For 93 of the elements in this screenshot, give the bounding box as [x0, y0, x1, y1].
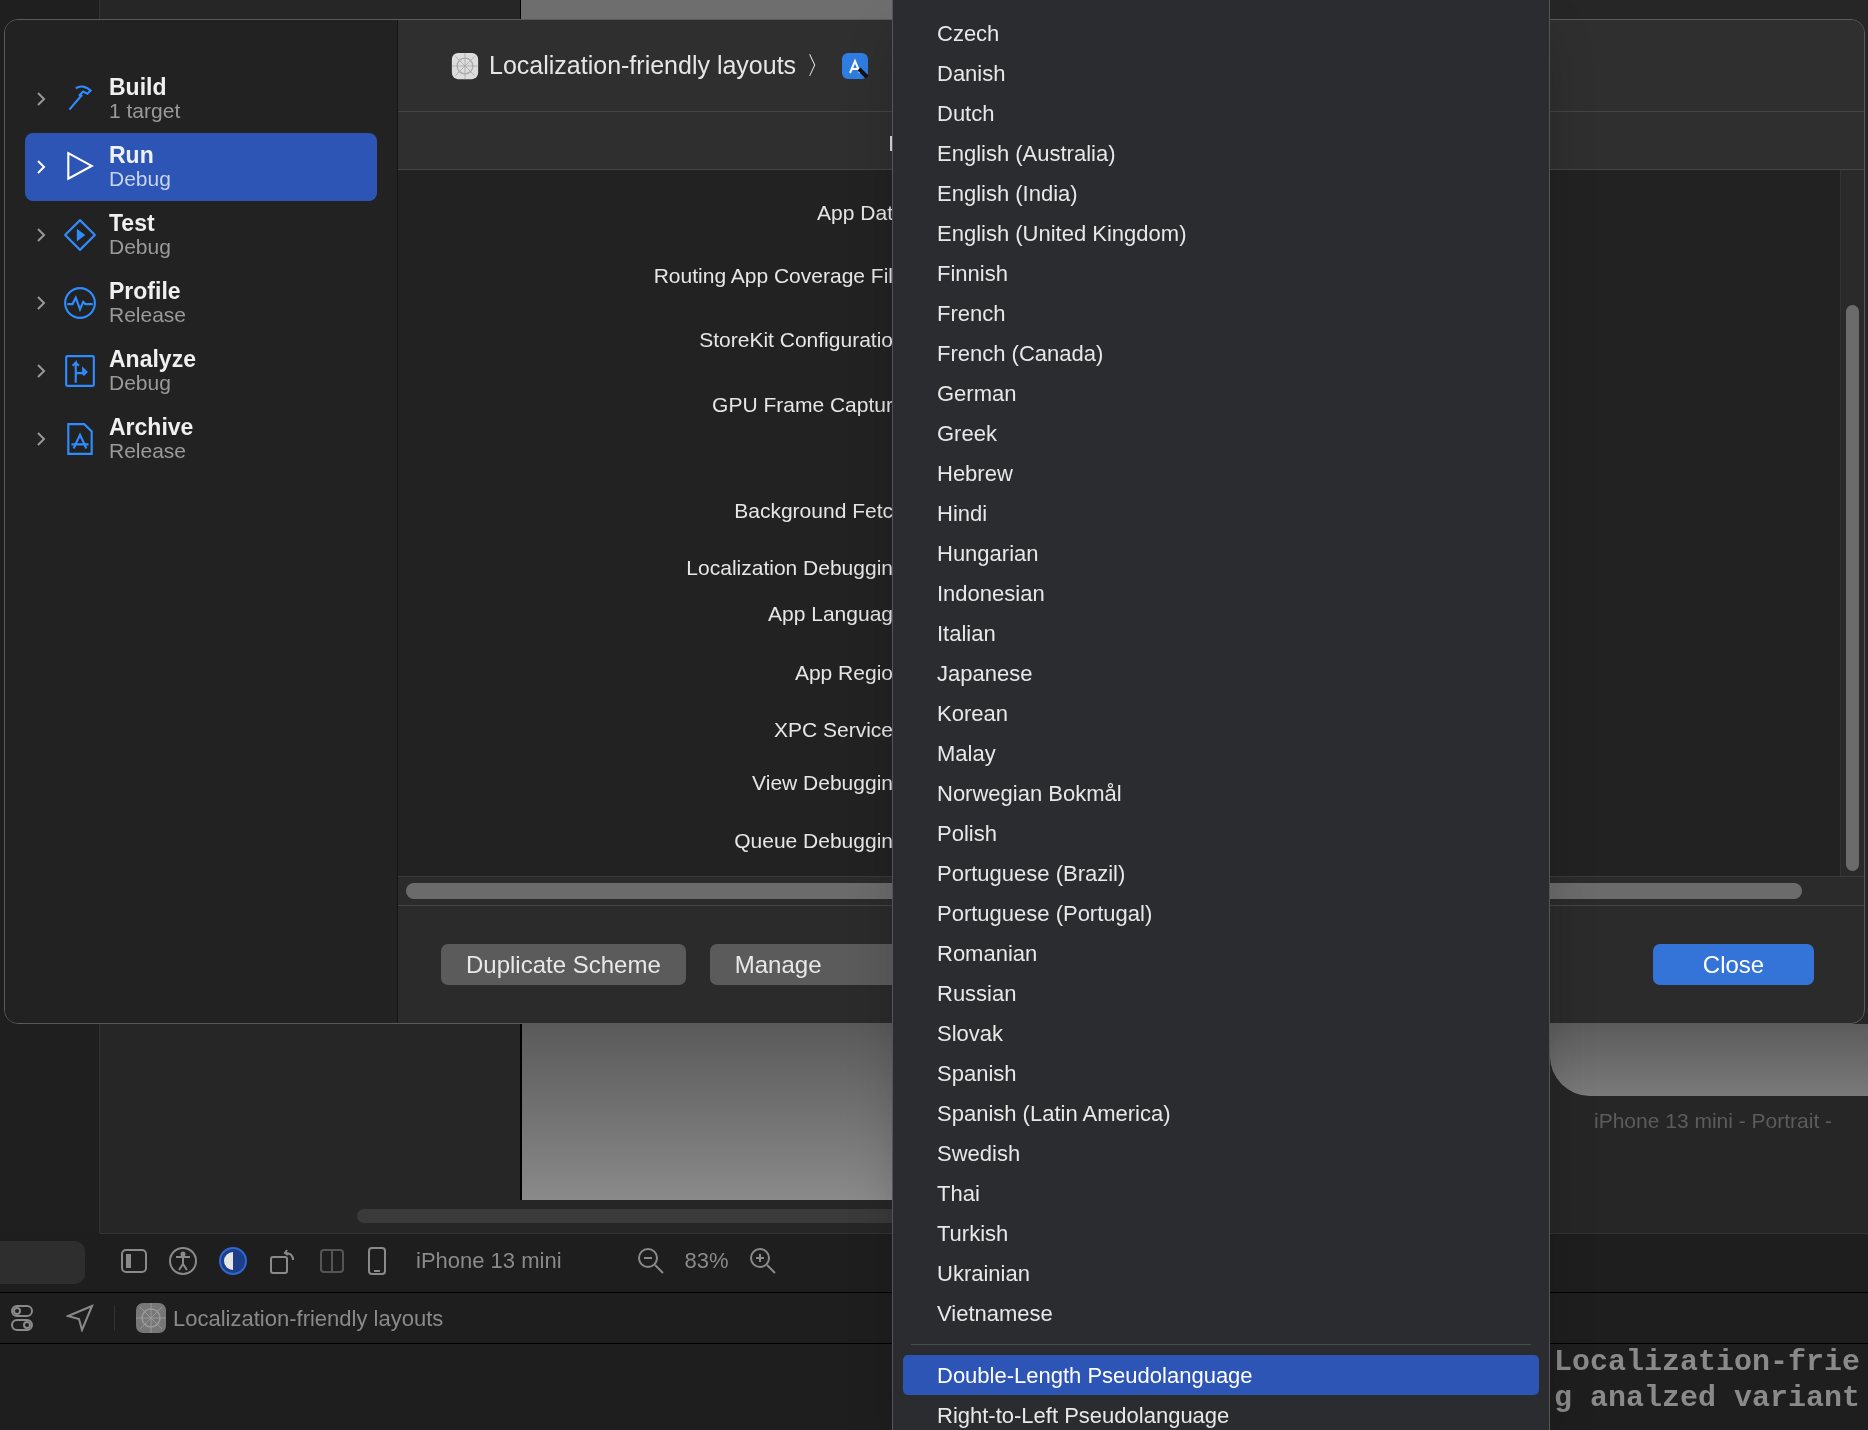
menu-item[interactable]: Spanish	[903, 1053, 1539, 1093]
appearance-icon[interactable]	[218, 1245, 248, 1276]
menu-item[interactable]: Finnish	[903, 253, 1539, 293]
menu-item[interactable]: English (India)	[903, 173, 1539, 213]
chevron-icon[interactable]	[35, 294, 47, 312]
action-title: Build	[109, 75, 168, 99]
scheme-action[interactable]: Profile Release	[25, 269, 377, 337]
action-subtitle: Release	[109, 439, 188, 463]
menu-item[interactable]: Slovak	[903, 1013, 1539, 1053]
scheme-action[interactable]: Run Debug	[25, 133, 377, 201]
menu-item[interactable]: Right-to-Left Pseudolanguage	[903, 1395, 1539, 1430]
action-title: Analyze	[109, 347, 196, 371]
project-name: Localization-friendly layouts	[173, 1304, 444, 1333]
option-label: Background Fetc	[734, 498, 893, 524]
console-line: g analzed variant	[1554, 1380, 1861, 1416]
menu-item[interactable]: French	[903, 293, 1539, 333]
option-label: StoreKit Configuratio	[699, 327, 893, 353]
action-title: Test	[109, 211, 156, 235]
action-subtitle: 1 target	[109, 99, 181, 123]
menu-item[interactable]: Danish	[903, 53, 1539, 93]
menu-item[interactable]: Swedish	[903, 1133, 1539, 1173]
menu-item[interactable]: Korean	[903, 693, 1539, 733]
chevron-icon[interactable]	[35, 362, 47, 380]
menu-item[interactable]: English (United Kingdom)	[903, 213, 1539, 253]
app-store-icon[interactable]	[841, 51, 870, 80]
breadcrumb-separator: 〉	[806, 49, 832, 81]
scheme-action[interactable]: Archive Release	[25, 405, 377, 473]
sidebar-toggle-icon[interactable]	[120, 1246, 148, 1275]
action-title: Profile	[109, 279, 182, 303]
scheme-action[interactable]: Test Debug	[25, 201, 377, 269]
menu-item[interactable]: Greek	[903, 413, 1539, 453]
option-label: GPU Frame Captur	[712, 392, 893, 418]
menu-item[interactable]: Spanish (Latin America)	[903, 1093, 1539, 1133]
breadcrumb-project[interactable]: Localization-friendly layouts	[489, 46, 797, 85]
scroll-bar[interactable]	[1846, 305, 1859, 871]
action-subtitle: Debug	[109, 235, 171, 259]
diamond-play-icon	[63, 218, 97, 252]
zoom-level: 83%	[684, 1247, 729, 1275]
menu-item[interactable]: Czech	[903, 13, 1539, 53]
menu-item[interactable]: Thai	[903, 1173, 1539, 1213]
scheme-button[interactable]: Duplicate Scheme	[441, 944, 686, 985]
option-label: App Regio	[794, 660, 893, 686]
menu-item[interactable]: Dutch	[903, 93, 1539, 133]
menu-item[interactable]: Japanese	[903, 653, 1539, 693]
option-label: App Languag	[768, 601, 893, 627]
toggle-icon[interactable]	[10, 1303, 34, 1333]
option-label: Routing App Coverage Fil	[653, 263, 893, 289]
action-subtitle: Debug	[109, 371, 171, 395]
menu-item[interactable]: Hungarian	[903, 533, 1539, 573]
branch-icon	[63, 354, 97, 388]
scheme-action[interactable]: Build 1 target	[25, 65, 377, 133]
menu-item[interactable]: Malay	[903, 733, 1539, 773]
menu-item[interactable]: Portuguese (Brazil)	[903, 853, 1539, 893]
action-title: Archive	[109, 415, 194, 439]
menu-item[interactable]: Turkish	[903, 1213, 1539, 1253]
zoom-out-icon[interactable]	[636, 1246, 665, 1275]
action-subtitle: Debug	[109, 167, 171, 191]
option-label: App Dat	[817, 200, 893, 226]
menu-item[interactable]: Norwegian Bokmål	[903, 773, 1539, 813]
action-subtitle: Release	[109, 303, 187, 327]
menu-item[interactable]: Double-Length Pseudolanguage	[903, 1355, 1539, 1395]
chevron-icon[interactable]	[35, 158, 47, 176]
chevron-icon[interactable]	[35, 90, 47, 108]
location-icon[interactable]	[66, 1304, 94, 1332]
close-button[interactable]: Close	[1653, 944, 1814, 985]
console-line: Localization-frie	[1554, 1344, 1861, 1380]
menu-item[interactable]: English (Australia)	[903, 133, 1539, 173]
waveform-icon	[63, 286, 97, 320]
menu-item[interactable]: Polish	[903, 813, 1539, 853]
menu-item[interactable]: Ukrainian	[903, 1253, 1539, 1293]
option-label: View Debuggin	[752, 770, 893, 796]
menu-item[interactable]: Vietnamese	[903, 1293, 1539, 1333]
menu-item[interactable]: German	[903, 373, 1539, 413]
chevron-icon[interactable]	[35, 430, 47, 448]
option-label: Queue Debuggin	[734, 828, 893, 854]
menu-item[interactable]: French (Canada)	[903, 333, 1539, 373]
scheme-action[interactable]: Analyze Debug	[25, 337, 377, 405]
menu-item[interactable]: Hebrew	[903, 453, 1539, 493]
zoom-in-icon[interactable]	[748, 1246, 777, 1275]
menu-item[interactable]: Portuguese (Portugal)	[903, 893, 1539, 933]
menu-item[interactable]: Indonesian	[903, 573, 1539, 613]
tab[interactable]: I	[888, 127, 895, 160]
app-icon	[451, 51, 479, 80]
chevron-icon[interactable]	[35, 226, 47, 244]
action-title: Run	[109, 143, 155, 167]
menu-item[interactable]: Italian	[903, 613, 1539, 653]
option-label: XPC Service	[773, 717, 893, 743]
option-label: Localization Debuggin	[686, 555, 893, 581]
device-name[interactable]: iPhone 13 mini	[416, 1244, 562, 1277]
app-icon	[135, 1302, 167, 1334]
accessibility-icon[interactable]	[168, 1245, 198, 1276]
menu-item[interactable]: Hindi	[903, 493, 1539, 533]
phone-icon[interactable]	[366, 1245, 388, 1276]
